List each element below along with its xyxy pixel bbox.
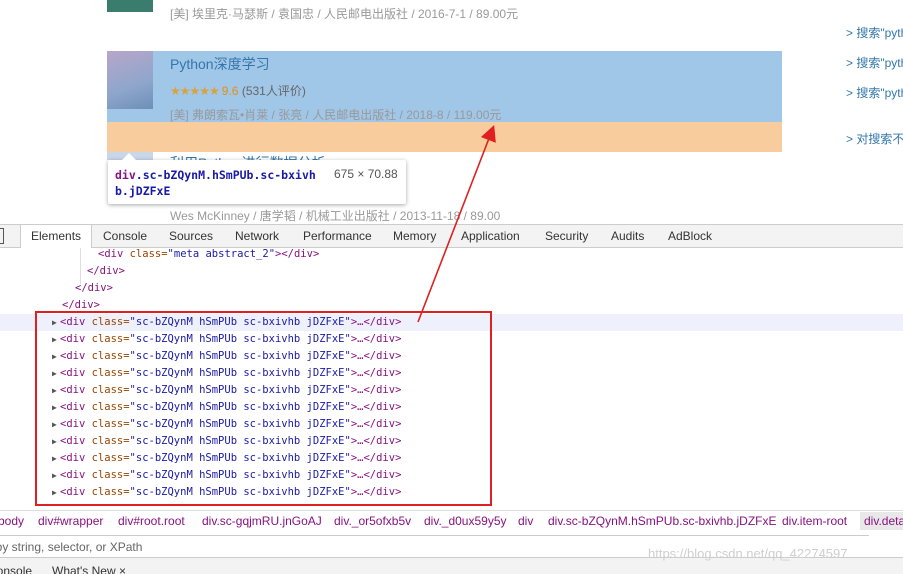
breadcrumb-item[interactable]: div.item-root: [782, 512, 847, 530]
breadcrumb-item[interactable]: div.sc-gqjmRU.jnGoAJ: [202, 512, 322, 530]
dom-breadcrumb: body div#wrapper div#root.root div.sc-gq…: [0, 510, 903, 530]
drawer-tab-whats-new[interactable]: What's New ×: [52, 564, 126, 574]
breadcrumb-item[interactable]: div#root.root: [118, 512, 185, 530]
breadcrumb-item[interactable]: body: [0, 512, 24, 530]
breadcrumb-item[interactable]: div._or5ofxb5v: [334, 512, 411, 530]
breadcrumb-item[interactable]: div#wrapper: [38, 512, 103, 530]
breadcrumb-item[interactable]: div.sc-bZQynM.hSmPUb.sc-bxivhb.jDZFxE: [548, 512, 777, 530]
annotation-arrow: [417, 125, 496, 323]
drawer-tab-console[interactable]: Console: [0, 564, 32, 574]
breadcrumb-item[interactable]: div._d0ux59y5y: [424, 512, 507, 530]
breadcrumb-item-current[interactable]: div.deta: [860, 512, 903, 530]
watermark: https://blog.csdn.net/qq_42274597: [648, 546, 848, 561]
breadcrumb-item[interactable]: div: [518, 512, 533, 530]
